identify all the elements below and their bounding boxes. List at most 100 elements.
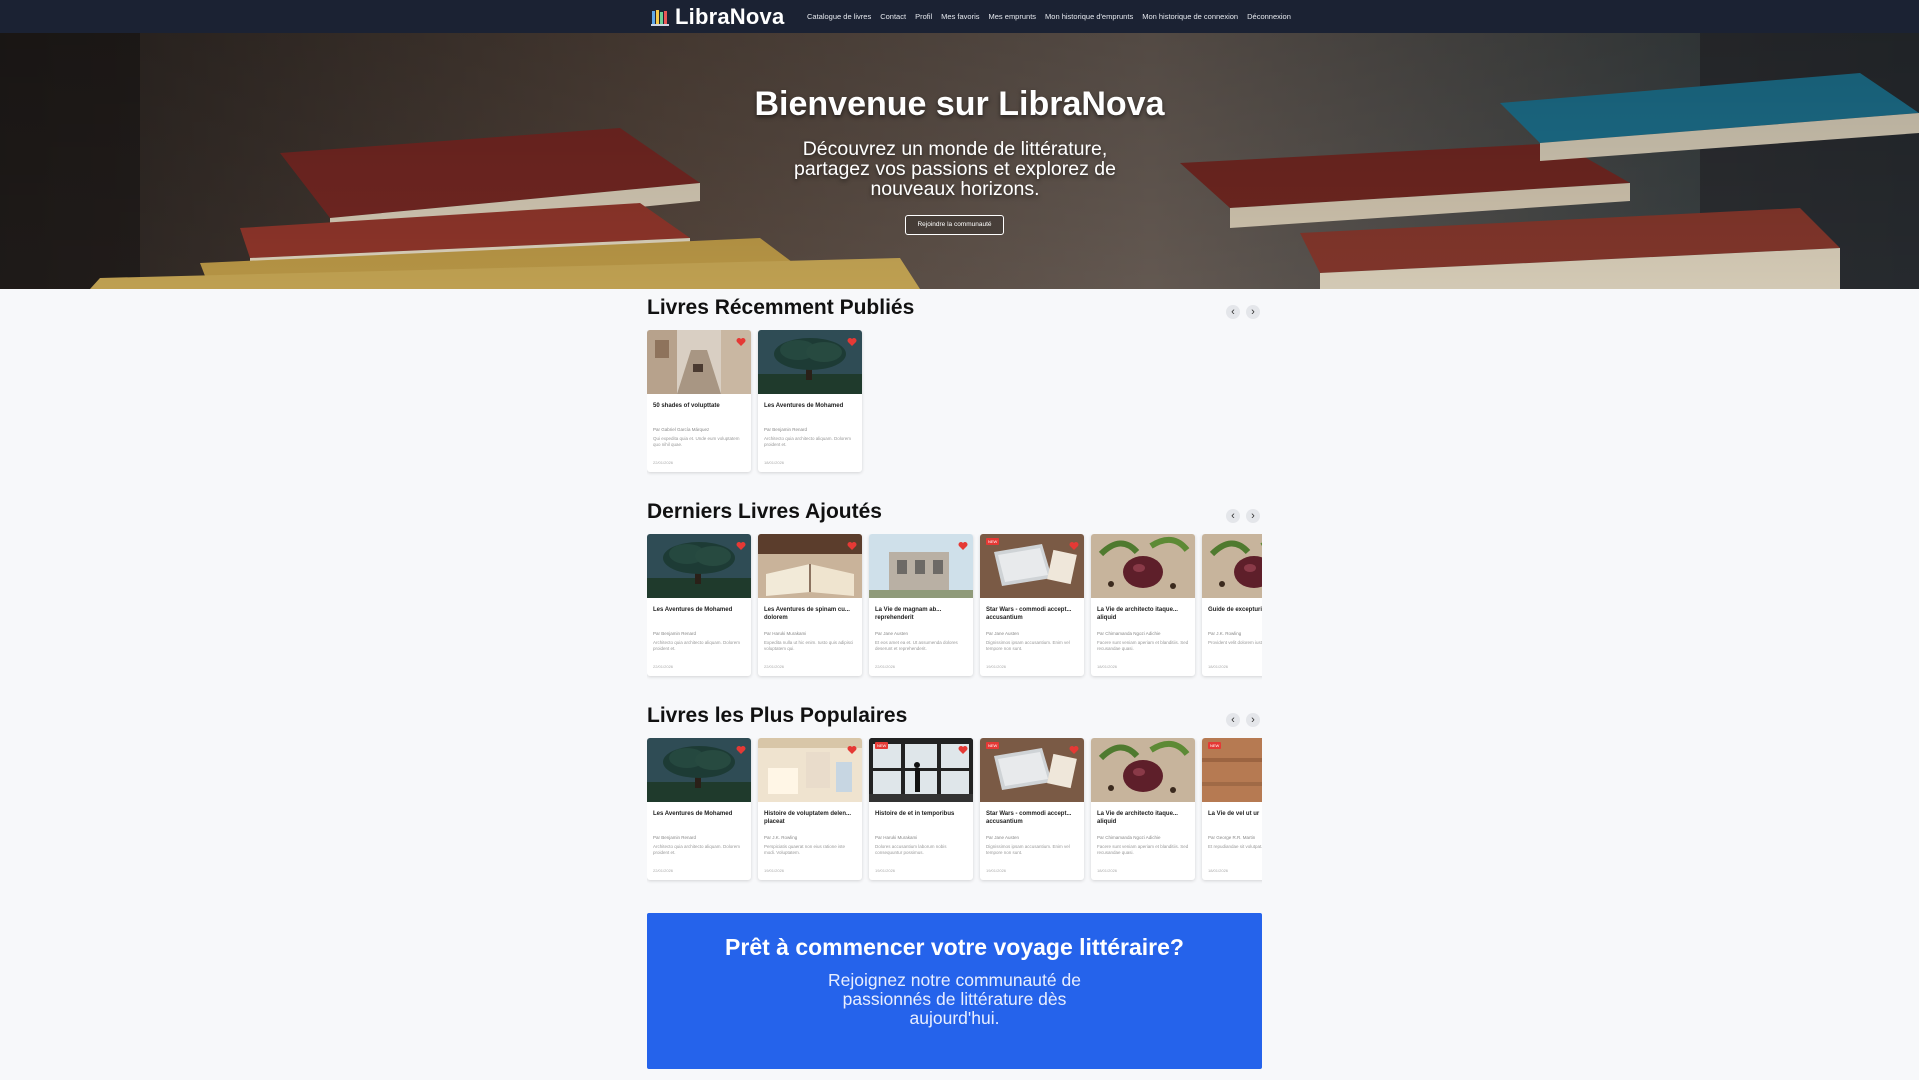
cta-banner: Prêt à commencer votre voyage littéraire… xyxy=(647,913,1262,1069)
book-description: Dignissimos ipsam accusantium. Enim vel … xyxy=(986,844,1070,855)
nav-link-emprunts[interactable]: Mes emprunts xyxy=(989,12,1037,21)
book-card[interactable]: La Vie de architecto itaque... aliquid Pa… xyxy=(1091,738,1195,880)
book-title: Les Aventures de Mohamed xyxy=(653,607,733,613)
book-title: La Vie de architecto itaque... aliquid xyxy=(1097,607,1178,621)
nav-link-deconnexion[interactable]: Déconnexion xyxy=(1247,12,1291,21)
hero-title: Bienvenue sur LibraNova xyxy=(754,85,1165,123)
book-card[interactable]: Histoire de voluptatem delen... placeat P… xyxy=(758,738,862,880)
book-title: La Vie de vel ut ur xyxy=(1208,811,1260,817)
book-description: Qui expedita quia et. Unde eum voluptate… xyxy=(653,436,740,447)
book-title: Les Aventures de spinam cu... dolorem xyxy=(764,607,850,621)
hero-banner: Bienvenue sur LibraNova Découvrez un mon… xyxy=(0,33,1919,289)
book-title: Les Aventures de Mohamed xyxy=(653,811,733,817)
favorite-heart-icon[interactable] xyxy=(958,538,968,550)
book-carousel-popular: Les Aventures de Mohamed Par Benjamin Ren… xyxy=(647,738,1262,884)
carousel-prev-button[interactable]: ‹ xyxy=(1226,305,1240,319)
top-navbar: LibraNova Catalogue de livres Contact Pr… xyxy=(0,0,1919,33)
book-author: Par George R.R. Martin xyxy=(1208,835,1256,840)
favorite-heart-icon[interactable] xyxy=(847,334,857,346)
book-description: Architecto quia architecto aliquam. Dolo… xyxy=(653,844,741,855)
carousel-next-button[interactable]: › xyxy=(1246,713,1260,727)
book-card[interactable]: La Vie de magnam ab... reprehenderit Par … xyxy=(869,534,973,676)
book-title: Star Wars - commodi accept... accusantiu… xyxy=(986,811,1072,825)
book-date: 22/01/2026 xyxy=(653,664,674,669)
section-title-popular: Livres les Plus Populaires xyxy=(647,704,908,727)
brand-name: LibraNova xyxy=(675,4,785,29)
book-author: Par Chimamanda Ngozi Adichie xyxy=(1097,631,1161,636)
join-community-button[interactable]: Rejoindre la communauté xyxy=(905,215,1004,235)
book-author: Par J.K. Rowling xyxy=(764,835,798,840)
carousel-prev-button[interactable]: ‹ xyxy=(1226,713,1240,727)
favorite-heart-icon[interactable] xyxy=(847,538,857,550)
book-description: Dolores accusantium laborum nobis conseq… xyxy=(875,844,947,855)
book-date: 22/01/2026 xyxy=(653,460,674,465)
book-description: Facere sunt veniam aperiam et blanditiis… xyxy=(1097,844,1189,855)
book-title: Star Wars - commodi accept... accusantiu… xyxy=(986,607,1072,621)
book-date: 19/01/2026 xyxy=(986,664,1007,669)
brand-logo[interactable]: LibraNova xyxy=(651,5,784,29)
book-author: Par Jane Austen xyxy=(986,631,1020,636)
book-card[interactable]: NEW Star Wars - commodi accept... accusan… xyxy=(980,534,1084,676)
favorite-heart-icon[interactable] xyxy=(736,538,746,550)
nav-link-catalogue[interactable]: Catalogue de livres xyxy=(807,12,871,21)
book-cover-image xyxy=(1091,738,1195,802)
book-author: Par Benjamin Renard xyxy=(764,427,808,432)
book-date: 18/01/2026 xyxy=(1208,868,1229,873)
new-badge: NEW xyxy=(986,742,1000,749)
carousel-next-button[interactable]: › xyxy=(1246,305,1260,319)
book-card[interactable]: Les Aventures de Mohamed Par Benjamin Ren… xyxy=(647,738,751,880)
book-date: 18/01/2026 xyxy=(764,460,785,465)
book-card[interactable]: NEW Histoire de et in temporibus Par Haruk… xyxy=(869,738,973,880)
book-card[interactable]: Guide de excepturi Par J.K. Rowling Provid… xyxy=(1202,534,1262,676)
section-title-latest: Derniers Livres Ajoutés xyxy=(647,500,882,523)
book-description: Expedita nulla ut hic enim. Iusto quis a… xyxy=(764,640,854,651)
book-description: Dignissimos ipsam accusantium. Enim vel … xyxy=(986,640,1070,651)
favorite-heart-icon[interactable] xyxy=(847,742,857,754)
nav-link-favoris[interactable]: Mes favoris xyxy=(941,12,979,21)
book-author: Par Gabriel García Márquez xyxy=(653,427,710,432)
book-description: Provident velit dolorem iusto veritatis … xyxy=(1208,640,1262,645)
book-card[interactable]: Les Aventures de spinam cu... dolorem Par… xyxy=(758,534,862,676)
book-card[interactable]: NEW Star Wars - commodi accept... accusan… xyxy=(980,738,1084,880)
book-card[interactable]: Les Aventures de Mohamed Par Benjamin Ren… xyxy=(758,330,862,472)
new-badge: NEW xyxy=(1208,742,1222,749)
book-cover-image xyxy=(1202,534,1262,598)
book-card[interactable]: Les Aventures de Mohamed Par Benjamin Ren… xyxy=(647,534,751,676)
carousel-next-button[interactable]: › xyxy=(1246,509,1260,523)
book-carousel-latest: Les Aventures de Mohamed Par Benjamin Ren… xyxy=(647,534,1262,680)
book-date: 19/01/2026 xyxy=(986,868,1007,873)
hero-content: Bienvenue sur LibraNova Découvrez un mon… xyxy=(0,33,1919,289)
nav-link-historique-emprunts[interactable]: Mon historique d'emprunts xyxy=(1045,12,1133,21)
favorite-heart-icon[interactable] xyxy=(736,334,746,346)
book-card[interactable]: 50 shades of volupttate Par Gabriel Garcí… xyxy=(647,330,751,472)
favorite-heart-icon[interactable] xyxy=(1069,742,1079,754)
favorite-heart-icon[interactable] xyxy=(958,742,968,754)
book-date: 19/01/2026 xyxy=(764,868,785,873)
library-icon xyxy=(651,10,669,26)
nav-links: Catalogue de livres Contact Profil Mes f… xyxy=(807,0,1291,33)
favorite-heart-icon[interactable] xyxy=(1069,538,1079,550)
book-card[interactable]: La Vie de architecto itaque... aliquid Pa… xyxy=(1091,534,1195,676)
nav-link-profil[interactable]: Profil xyxy=(915,12,932,21)
nav-link-contact[interactable]: Contact xyxy=(880,12,906,21)
book-date: 22/01/2026 xyxy=(764,664,785,669)
book-author: Par Chimamanda Ngozi Adichie xyxy=(1097,835,1161,840)
book-title: La Vie de architecto itaque... aliquid xyxy=(1097,811,1178,825)
book-date: 18/01/2026 xyxy=(1208,664,1229,669)
cta-text: Rejoignez notre communauté de passionnés… xyxy=(828,970,1081,1028)
nav-link-historique-connexion[interactable]: Mon historique de connexion xyxy=(1142,12,1238,21)
book-author: Par Benjamin Renard xyxy=(653,835,697,840)
book-author: Par Haruki Murakami xyxy=(764,631,807,636)
book-title: Les Aventures de Mohamed xyxy=(764,403,844,409)
book-description: Et repudiandae sit volutpat. Sed amet et… xyxy=(1208,844,1262,849)
favorite-heart-icon[interactable] xyxy=(736,742,746,754)
new-badge: NEW xyxy=(986,538,1000,545)
book-card[interactable]: NEW La Vie de vel ut ur Par George R.R. Ma… xyxy=(1202,738,1262,880)
book-author: Par Jane Austen xyxy=(986,835,1020,840)
cta-title: Prêt à commencer votre voyage littéraire… xyxy=(725,934,1184,960)
book-date: 18/01/2026 xyxy=(1097,664,1118,669)
book-date: 22/01/2026 xyxy=(875,664,896,669)
carousel-prev-button[interactable]: ‹ xyxy=(1226,509,1240,523)
book-author: Par Jane Austen xyxy=(875,631,909,636)
book-author: Par Benjamin Renard xyxy=(653,631,697,636)
